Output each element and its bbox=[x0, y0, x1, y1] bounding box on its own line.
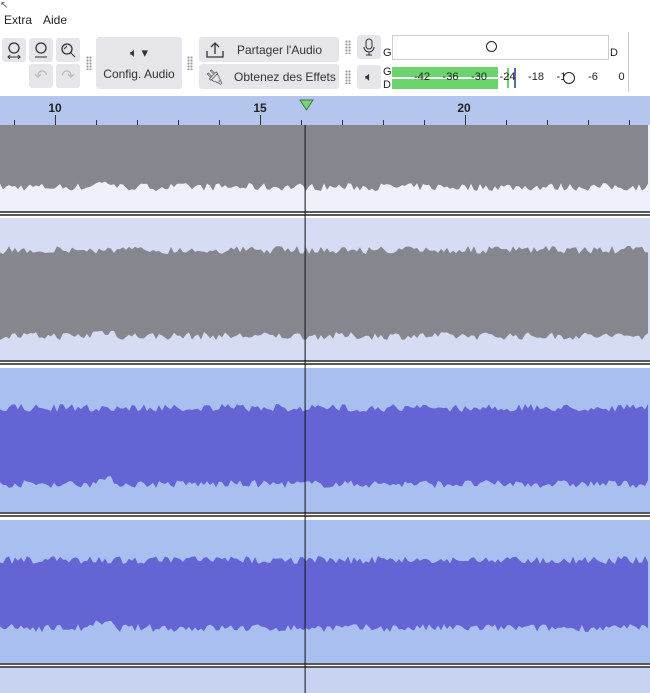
menu-extra[interactable]: Extra bbox=[4, 13, 32, 27]
zoom-fit-button[interactable] bbox=[2, 38, 26, 62]
undo-button[interactable]: ↶ bbox=[29, 64, 53, 88]
playback-right-label: D bbox=[383, 79, 391, 91]
ruler-label: 15 bbox=[253, 101, 267, 115]
timeline-ruler[interactable]: 10 15 20 bbox=[0, 96, 650, 125]
ruler-label: 20 bbox=[457, 101, 471, 115]
track-area[interactable] bbox=[0, 125, 650, 693]
toolbar-grip[interactable] bbox=[345, 70, 351, 84]
get-effects-button[interactable]: 🔌︎ Obtenez des Effets bbox=[199, 64, 339, 89]
plug-icon: 🔌︎ bbox=[205, 68, 225, 86]
playback-left-label: G bbox=[383, 66, 392, 78]
toolbar-grip[interactable] bbox=[187, 56, 193, 70]
cursor-icon: ↖ bbox=[0, 0, 9, 11]
share-audio-button[interactable]: Partager l'Audio bbox=[199, 37, 339, 62]
zoom-toggle-icon bbox=[61, 43, 76, 58]
track-4-waveform bbox=[0, 556, 648, 632]
playhead-icon[interactable] bbox=[299, 99, 314, 111]
zoom-toggle-button[interactable] bbox=[56, 38, 80, 62]
meter-scale-label: -6 bbox=[588, 71, 598, 83]
ruler-tick bbox=[465, 115, 466, 125]
meter-scale-label: -18 bbox=[528, 71, 544, 83]
share-audio-label: Partager l'Audio bbox=[237, 42, 323, 57]
meter-scale-label: -30 bbox=[471, 71, 487, 83]
playback-volume-slider[interactable] bbox=[563, 72, 575, 84]
toolbar-grip[interactable] bbox=[86, 56, 92, 70]
ruler-tick bbox=[260, 115, 261, 125]
get-effects-label: Obtenez des Effets bbox=[234, 69, 336, 84]
zoom-fit-icon bbox=[7, 42, 21, 59]
record-meter[interactable] bbox=[392, 35, 609, 60]
record-volume-slider[interactable] bbox=[486, 41, 497, 52]
track-1-waveform bbox=[0, 125, 648, 191]
microphone-icon bbox=[363, 38, 375, 56]
redo-button[interactable]: ↷ bbox=[56, 64, 80, 88]
record-left-label: G bbox=[383, 47, 392, 59]
speaker-icon: 🔈︎ bbox=[365, 69, 373, 84]
meter-scale-label: -36 bbox=[442, 71, 459, 83]
ruler-tick bbox=[55, 115, 56, 125]
menu-aide[interactable]: Aide bbox=[43, 13, 67, 27]
empty-track-area[interactable] bbox=[0, 668, 650, 693]
toolbar-divider bbox=[628, 32, 629, 92]
redo-icon: ↷ bbox=[61, 68, 75, 85]
speaker-dropdown-icon: 🔈︎ ▾ bbox=[130, 45, 148, 60]
ruler-label: 10 bbox=[48, 101, 62, 115]
playback-meter-button[interactable]: 🔈︎ bbox=[357, 65, 381, 89]
undo-icon: ↶ bbox=[34, 68, 48, 85]
meter-scale-label: -42 bbox=[414, 71, 430, 83]
zoom-selection-button[interactable] bbox=[29, 38, 53, 62]
meter-scale-label: 0 bbox=[618, 71, 625, 83]
audio-setup-label: Config. Audio bbox=[103, 67, 175, 81]
record-meter-button[interactable] bbox=[357, 35, 381, 59]
playback-meter[interactable]: -42-36-30-24-18-12-60 bbox=[392, 66, 627, 90]
audio-setup-button[interactable]: 🔈︎ ▾ Config. Audio bbox=[96, 37, 182, 89]
zoom-selection-icon bbox=[35, 42, 47, 58]
record-right-label: D bbox=[610, 47, 618, 59]
toolbar-grip[interactable] bbox=[345, 40, 351, 54]
meter-scale-label: -24 bbox=[499, 71, 516, 83]
track-3-waveform bbox=[0, 404, 648, 488]
track-2-waveform bbox=[0, 246, 648, 340]
share-icon bbox=[206, 41, 224, 58]
